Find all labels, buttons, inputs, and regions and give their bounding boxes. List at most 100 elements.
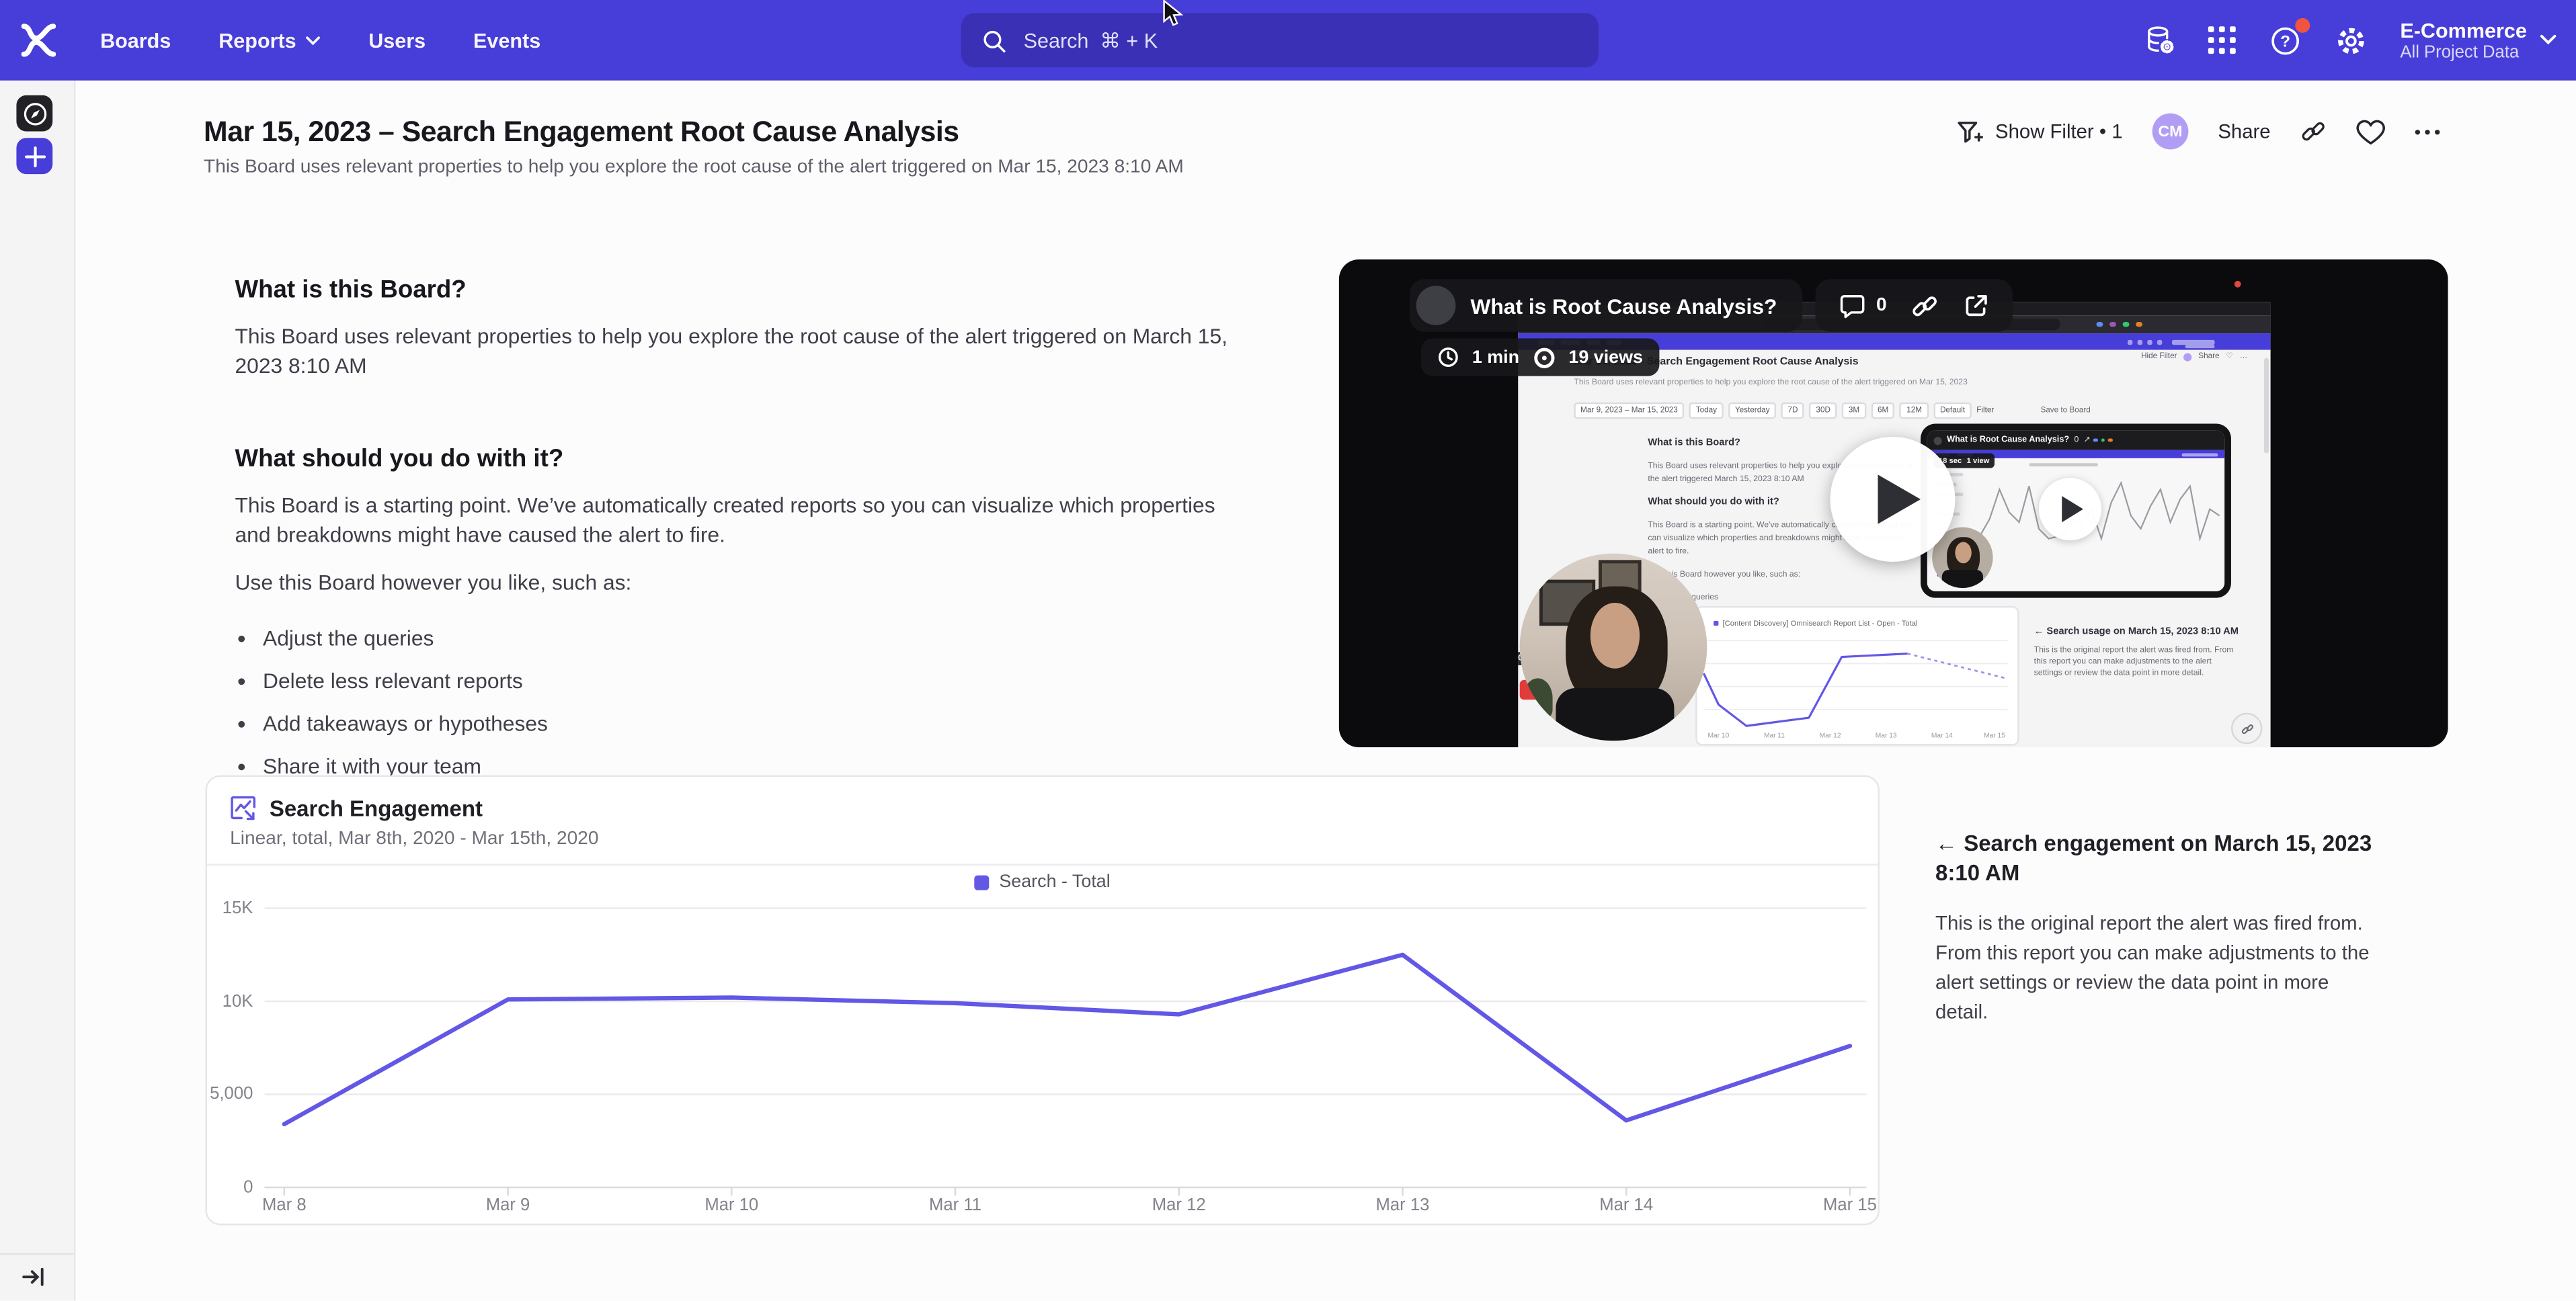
mini-date-bar: Mar 9, 2023 – Mar 15, 2023 Today Yesterd… — [1574, 403, 1994, 419]
list-item: Add takeaways or hypotheses — [263, 710, 1247, 739]
date-option[interactable]: Yesterday — [1728, 403, 1776, 419]
date-option[interactable]: 6M — [1871, 403, 1895, 419]
nested-video-card: What is Root Cause Analysis? 0 ↗ 18 sec — [1921, 424, 2231, 598]
board-toolbar: Show Filter • 1 CM Share — [1956, 112, 2440, 151]
nav-item-users[interactable]: Users — [368, 29, 426, 52]
mini-aside-note: ← Search usage on March 15, 2023 8:10 AM… — [2034, 628, 2238, 681]
mini-x-label: Mar 11 — [1757, 731, 1793, 739]
section-paragraph: This Board uses relevant properties to h… — [235, 322, 1247, 381]
discover-button[interactable] — [16, 95, 52, 132]
mini-chart-line — [1697, 628, 2015, 730]
aside-note: ← Search engagement on March 15, 2023 8:… — [1935, 829, 2376, 1026]
expand-sidebar-button[interactable] — [22, 1265, 46, 1290]
section-paragraph: This Board is a starting point. We’ve au… — [235, 491, 1247, 550]
project-scope: All Project Data — [2400, 42, 2526, 61]
main-content: Mar 15, 2023 – Search Engagement Root Ca… — [75, 81, 2576, 1301]
nav-item-events[interactable]: Events — [473, 29, 540, 52]
nested-ext-dot — [2094, 438, 2098, 442]
date-option[interactable]: 12M — [1900, 403, 1928, 419]
nested-title-bar: What is Root Cause Analysis? 0 ↗ — [1927, 430, 2224, 450]
date-option[interactable]: 30D — [1810, 403, 1837, 419]
board-description: What is this Board? This Board uses rele… — [235, 276, 1247, 795]
date-option[interactable]: Today — [1689, 403, 1724, 419]
x-axis-label: Mar 14 — [1577, 1195, 1676, 1215]
date-option[interactable]: 3M — [1842, 403, 1866, 419]
mini-extension-dot — [2097, 321, 2103, 327]
favorite-button[interactable] — [2356, 118, 2386, 146]
apps-grid-icon[interactable] — [2208, 26, 2236, 54]
left-rail — [0, 81, 75, 1301]
x-axis-label: Mar 10 — [682, 1195, 781, 1215]
nested-video-title: What is Root Cause Analysis? — [1947, 435, 2069, 446]
mini-filter-label[interactable]: Filter — [1976, 407, 1994, 415]
webcam-face — [1955, 542, 1971, 564]
x-axis-label: Mar 13 — [1353, 1195, 1452, 1215]
link-icon — [2240, 722, 2253, 735]
date-option[interactable]: 7D — [1781, 403, 1805, 419]
notification-dot — [2295, 17, 2310, 32]
top-right-controls: ? E-Commerce All Project Data — [2144, 0, 2557, 81]
open-external-icon[interactable] — [1964, 292, 1990, 319]
nav-item-reports[interactable]: Reports — [218, 29, 321, 52]
views-eye-icon — [1533, 345, 1556, 368]
nav-item-boards[interactable]: Boards — [100, 29, 171, 52]
line-chart-icon — [230, 795, 256, 821]
top-nav-bar: Boards Reports Users Events — [0, 0, 2576, 81]
help-icon[interactable]: ? — [2269, 24, 2302, 56]
legend-swatch — [1714, 621, 1718, 626]
x-axis-label: Mar 9 — [458, 1195, 557, 1215]
nested-link-icon: ↗ — [2084, 435, 2091, 446]
list-item: Adjust the queries — [263, 624, 1247, 654]
mini-x-label: Mar 15 — [1976, 731, 2013, 739]
nested-ext-dot — [2101, 438, 2105, 442]
y-axis-label: 15K — [207, 898, 253, 918]
date-option[interactable]: Default — [1933, 403, 1972, 419]
project-switcher[interactable]: E-Commerce All Project Data — [2400, 19, 2556, 62]
add-button[interactable] — [16, 138, 52, 174]
report-card[interactable]: Search Engagement Linear, total, Mar 8th… — [206, 775, 1880, 1226]
mini-scrollbar — [2264, 358, 2268, 454]
y-axis-label: 5,000 — [207, 1085, 253, 1104]
global-search[interactable] — [961, 13, 1599, 68]
x-axis-label: Mar 11 — [906, 1195, 1005, 1215]
mini-avatar — [2183, 353, 2191, 361]
comment-icon[interactable] — [1839, 292, 1867, 319]
report-subtitle: Linear, total, Mar 8th, 2020 - Mar 15th,… — [230, 829, 598, 849]
more-menu-button[interactable] — [2415, 129, 2440, 134]
mini-extension-dot — [2109, 321, 2116, 327]
nested-play-button[interactable] — [2039, 478, 2101, 540]
nested-comment-count: 0 — [2074, 435, 2079, 446]
report-title: Search Engagement — [270, 796, 483, 821]
copy-link-button[interactable] — [2300, 118, 2327, 144]
mini-chart-legend: [Content Discovery] Omnisearch Report Li… — [1714, 619, 1917, 627]
funnel-plus-icon — [1956, 118, 1984, 146]
link-icon — [2300, 118, 2327, 144]
mixpanel-logo-icon[interactable] — [22, 22, 56, 59]
play-icon — [2062, 496, 2083, 522]
settings-gear-icon[interactable] — [2335, 24, 2368, 56]
video-duration: 1 min — [1472, 347, 1519, 367]
chevron-down-icon — [2540, 34, 2556, 46]
mini-x-label: Mar 12 — [1812, 731, 1849, 739]
share-button[interactable]: Share — [2218, 120, 2270, 142]
video-title-pill: What is Root Cause Analysis? — [1410, 279, 1802, 331]
nested-views: 1 view — [1967, 456, 1990, 464]
mini-save-to-board: Save to Board — [2040, 407, 2090, 415]
search-input[interactable] — [1020, 27, 1520, 53]
video-stats-pill: 1 min 19 views — [1421, 338, 1659, 376]
camera-indicator-dot — [2235, 281, 2241, 288]
play-button[interactable] — [1830, 437, 1956, 562]
chart-legend[interactable]: Search - Total — [207, 872, 1878, 892]
primary-nav: Boards Reports Users Events — [100, 29, 540, 52]
webcam-body — [1556, 688, 1674, 741]
link-icon[interactable] — [1911, 292, 1939, 320]
data-management-icon[interactable] — [2144, 25, 2175, 56]
y-axis-label: 0 — [207, 1177, 253, 1197]
avatar[interactable]: CM — [2152, 114, 2189, 150]
report-header: Search Engagement — [230, 795, 483, 821]
legend-label: Search - Total — [999, 872, 1110, 892]
mini-x-label: Mar 13 — [1868, 731, 1904, 739]
date-range-pill[interactable]: Mar 9, 2023 – Mar 15, 2023 — [1574, 403, 1684, 419]
video-player[interactable]: Mar 15, 2023 - Search Engagement Root Ca… — [1339, 259, 2448, 747]
show-filter-button[interactable]: Show Filter • 1 — [1956, 118, 2122, 146]
